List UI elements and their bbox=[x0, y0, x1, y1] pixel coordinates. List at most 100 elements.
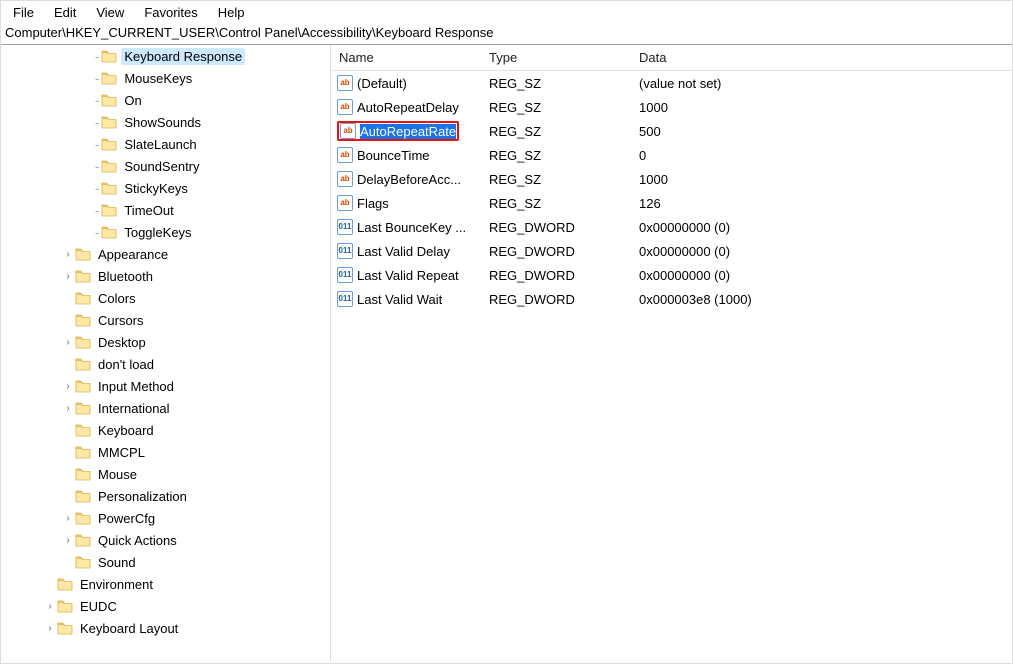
tree-node[interactable]: Mouse bbox=[1, 463, 330, 485]
value-name-cell[interactable]: 011Last BounceKey ... bbox=[331, 219, 481, 235]
header-name[interactable]: Name bbox=[331, 50, 481, 65]
value-row[interactable]: abFlags REG_SZ 126 bbox=[331, 191, 1012, 215]
value-row[interactable]: 011Last Valid Repeat REG_DWORD 0x0000000… bbox=[331, 263, 1012, 287]
folder-icon bbox=[101, 93, 117, 107]
tree-node[interactable]: Environment bbox=[1, 573, 330, 595]
tree-node[interactable]: › Appearance bbox=[1, 243, 330, 265]
tree-node[interactable]: MMCPL bbox=[1, 441, 330, 463]
value-name-cell[interactable]: 011Last Valid Wait bbox=[331, 291, 481, 307]
value-row[interactable]: ab(Default) REG_SZ (value not set) bbox=[331, 71, 1012, 95]
string-value-icon: ab bbox=[340, 123, 356, 139]
tree-node[interactable]: Cursors bbox=[1, 309, 330, 331]
value-name-cell[interactable]: abBounceTime bbox=[331, 147, 481, 163]
tree-node[interactable]: › EUDC bbox=[1, 595, 330, 617]
value-name-cell[interactable]: 011Last Valid Repeat bbox=[331, 267, 481, 283]
tree-node[interactable]: -TimeOut bbox=[1, 199, 330, 221]
tree-node[interactable]: › Keyboard Layout bbox=[1, 617, 330, 639]
folder-icon bbox=[75, 511, 91, 525]
folder-icon bbox=[75, 269, 91, 283]
tree-node[interactable]: Keyboard bbox=[1, 419, 330, 441]
value-row[interactable]: 011Last BounceKey ... REG_DWORD 0x000000… bbox=[331, 215, 1012, 239]
value-data: 0x00000000 (0) bbox=[631, 268, 1012, 283]
expander-icon[interactable]: › bbox=[61, 513, 75, 524]
value-row[interactable]: ab AutoRepeatRate REG_SZ 500 bbox=[331, 119, 1012, 143]
folder-icon bbox=[75, 357, 91, 371]
string-value-icon: ab bbox=[337, 195, 353, 211]
tree-node[interactable]: -ShowSounds bbox=[1, 111, 330, 133]
value-list-pane: Name Type Data ab(Default) REG_SZ (value… bbox=[331, 45, 1012, 661]
folder-icon bbox=[75, 489, 91, 503]
value-row[interactable]: abDelayBeforeAcc... REG_SZ 1000 bbox=[331, 167, 1012, 191]
tree-node-label: Keyboard Layout bbox=[77, 620, 181, 637]
value-name-cell[interactable]: ab AutoRepeatRate bbox=[331, 121, 481, 141]
tree-node-label: On bbox=[121, 92, 144, 109]
tree-node[interactable]: -SoundSentry bbox=[1, 155, 330, 177]
tree-node[interactable]: ›Input Method bbox=[1, 375, 330, 397]
expander-icon[interactable]: › bbox=[61, 271, 75, 282]
header-type[interactable]: Type bbox=[481, 50, 631, 65]
value-name: Last BounceKey ... bbox=[357, 220, 466, 235]
expander-icon[interactable]: › bbox=[61, 535, 75, 546]
tree-node-label: TimeOut bbox=[121, 202, 176, 219]
menu-view[interactable]: View bbox=[88, 3, 132, 22]
tree-node[interactable]: -ToggleKeys bbox=[1, 221, 330, 243]
tree-node-label: Bluetooth bbox=[95, 268, 156, 285]
tree-node[interactable]: -SlateLaunch bbox=[1, 133, 330, 155]
tree-node-label: International bbox=[95, 400, 173, 417]
tree-node[interactable]: Colors bbox=[1, 287, 330, 309]
tree-node[interactable]: ›PowerCfg bbox=[1, 507, 330, 529]
value-name-cell[interactable]: 011Last Valid Delay bbox=[331, 243, 481, 259]
expander-icon[interactable]: › bbox=[43, 601, 57, 612]
tree-node[interactable]: › Bluetooth bbox=[1, 265, 330, 287]
value-row[interactable]: abBounceTime REG_SZ 0 bbox=[331, 143, 1012, 167]
value-name: AutoRepeatRate bbox=[360, 124, 456, 139]
value-row[interactable]: 011Last Valid Wait REG_DWORD 0x000003e8 … bbox=[331, 287, 1012, 311]
folder-icon bbox=[75, 467, 91, 481]
value-data: 500 bbox=[631, 124, 1012, 139]
menu-file[interactable]: File bbox=[5, 3, 42, 22]
tree-scroll[interactable]: -Keyboard Response -MouseKeys -On -ShowS… bbox=[1, 45, 330, 661]
tree-node[interactable]: -MouseKeys bbox=[1, 67, 330, 89]
value-type: REG_SZ bbox=[481, 124, 631, 139]
tree-node[interactable]: Personalization bbox=[1, 485, 330, 507]
tree-node[interactable]: Sound bbox=[1, 551, 330, 573]
value-name-cell[interactable]: ab(Default) bbox=[331, 75, 481, 91]
expander-icon[interactable]: › bbox=[61, 249, 75, 260]
folder-icon bbox=[101, 115, 117, 129]
value-type: REG_DWORD bbox=[481, 244, 631, 259]
value-row[interactable]: abAutoRepeatDelay REG_SZ 1000 bbox=[331, 95, 1012, 119]
expander-icon[interactable]: › bbox=[61, 381, 75, 392]
tree-node-label: ToggleKeys bbox=[121, 224, 194, 241]
value-type: REG_SZ bbox=[481, 76, 631, 91]
value-name-cell[interactable]: abDelayBeforeAcc... bbox=[331, 171, 481, 187]
value-row[interactable]: 011Last Valid Delay REG_DWORD 0x00000000… bbox=[331, 239, 1012, 263]
menu-help[interactable]: Help bbox=[210, 3, 253, 22]
tree-connector: - bbox=[93, 93, 101, 108]
value-name-cell[interactable]: abAutoRepeatDelay bbox=[331, 99, 481, 115]
tree-node[interactable]: -Keyboard Response bbox=[1, 45, 330, 67]
expander-icon[interactable]: › bbox=[61, 403, 75, 414]
tree-node[interactable]: ›Quick Actions bbox=[1, 529, 330, 551]
folder-icon bbox=[75, 423, 91, 437]
tree-node[interactable]: ›Desktop bbox=[1, 331, 330, 353]
string-value-icon: ab bbox=[337, 147, 353, 163]
tree-connector: - bbox=[93, 115, 101, 130]
tree-node-label: MouseKeys bbox=[121, 70, 195, 87]
tree-node[interactable]: - On bbox=[1, 89, 330, 111]
menu-edit[interactable]: Edit bbox=[46, 3, 84, 22]
header-data[interactable]: Data bbox=[631, 50, 1012, 65]
tree-node-label: Appearance bbox=[95, 246, 171, 263]
tree-node-label: Environment bbox=[77, 576, 156, 593]
expander-icon[interactable]: › bbox=[43, 623, 57, 634]
tree-node[interactable]: › International bbox=[1, 397, 330, 419]
tree-horizontal-scrollbar[interactable] bbox=[1, 645, 330, 661]
value-data: 0 bbox=[631, 148, 1012, 163]
value-name-cell[interactable]: abFlags bbox=[331, 195, 481, 211]
menu-favorites[interactable]: Favorites bbox=[136, 3, 205, 22]
address-bar[interactable]: Computer\HKEY_CURRENT_USER\Control Panel… bbox=[1, 23, 1012, 45]
tree-node[interactable]: -StickyKeys bbox=[1, 177, 330, 199]
tree-node-label: EUDC bbox=[77, 598, 120, 615]
tree-node-label: don't load bbox=[95, 356, 157, 373]
tree-node[interactable]: don't load bbox=[1, 353, 330, 375]
expander-icon[interactable]: › bbox=[61, 337, 75, 348]
